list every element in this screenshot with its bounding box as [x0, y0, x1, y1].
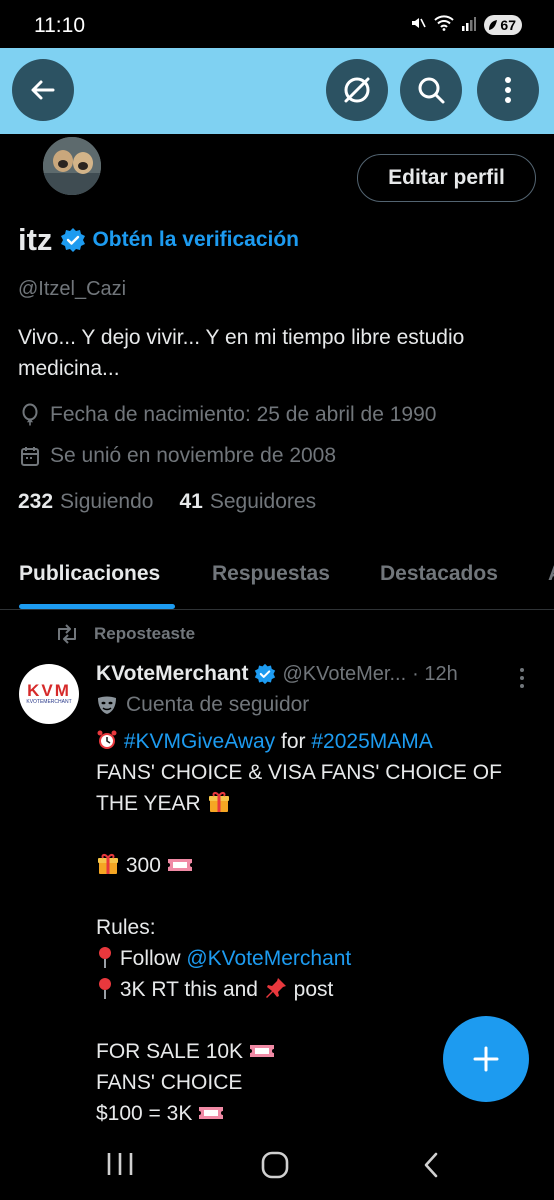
gift-icon [208, 792, 229, 812]
plus-icon [473, 1046, 499, 1072]
profile-handle: @Itzel_Cazi [18, 278, 127, 300]
verified-badge-icon[interactable] [60, 227, 86, 253]
follower-account-label: Cuenta de seguidor [126, 693, 310, 716]
post-text: THE YEAR [96, 792, 201, 815]
post-line: Rules: [96, 916, 156, 939]
post-author-handle[interactable]: @KVoteMer... [282, 663, 406, 686]
tab-next-partial[interactable]: A [548, 562, 554, 586]
post-text: Follow [114, 947, 187, 970]
battery-icon: 67 [484, 15, 522, 35]
post-line: 300 [96, 850, 536, 881]
post-text: $100 = 3K [96, 1102, 193, 1125]
signal-icon [462, 15, 477, 36]
alarm-clock-icon [97, 730, 117, 749]
ticket-icon [199, 1107, 224, 1119]
profile-banner [0, 48, 554, 134]
pin-icon [99, 978, 111, 999]
post-text: 300 [120, 854, 161, 877]
post-text: post [287, 978, 334, 1001]
mute-icon [410, 15, 427, 36]
status-bar: 11:10 67 [0, 0, 554, 48]
back-arrow-icon [31, 80, 55, 100]
bio-line: medicina... [18, 357, 120, 380]
more-vertical-icon [505, 77, 511, 103]
following-count[interactable]: 232 [18, 490, 53, 514]
followers-count[interactable]: 41 [179, 490, 202, 514]
grok-icon [344, 77, 370, 103]
profile-avatar[interactable] [40, 134, 104, 198]
gift-icon [98, 854, 118, 874]
hashtag-link[interactable]: #KVMGiveAway [124, 730, 275, 753]
post-line: THE YEAR [96, 788, 536, 819]
pin-icon [99, 947, 111, 968]
profile-name: itz [18, 222, 53, 257]
pushpin-icon [265, 978, 286, 998]
repost-label: Reposteaste [94, 624, 196, 643]
follow-stats: 232 Siguiendo 41 Seguidores [18, 490, 342, 514]
search-button[interactable] [400, 59, 462, 121]
verified-badge-icon [254, 663, 276, 685]
mask-icon [98, 696, 116, 714]
home-icon[interactable] [261, 1151, 289, 1184]
bio-line: Vivo... Y dejo vivir... Y en mi tiempo l… [18, 326, 465, 349]
profile-bio: Vivo... Y dejo vivir... Y en mi tiempo l… [18, 322, 538, 384]
birthday-row: Fecha de nacimiento: 25 de abril de 1990 [20, 403, 436, 427]
post-text: 3K RT this and [114, 978, 264, 1001]
wifi-icon [434, 14, 455, 36]
post-line: #KVMGiveAway for #2025MAMA [96, 726, 536, 757]
profile-tabs: Publicaciones Respuestas Destacados A [0, 556, 554, 610]
post-text: FOR SALE 10K [96, 1040, 244, 1063]
post-more-button[interactable] [514, 667, 530, 694]
grok-button[interactable] [326, 59, 388, 121]
joined-row: Se unió en noviembre de 2008 [20, 444, 336, 468]
edit-profile-button[interactable]: Editar perfil [357, 154, 536, 202]
balloon-icon [22, 403, 38, 426]
hashtag-link[interactable]: #2025MAMA [311, 730, 432, 753]
repost-indicator: Reposteaste [54, 624, 195, 644]
more-vertical-icon [520, 668, 524, 688]
back-icon[interactable] [422, 1151, 440, 1184]
battery-level: 67 [500, 17, 516, 33]
post-text: for [275, 730, 312, 753]
tab-respuestas[interactable]: Respuestas [212, 562, 330, 586]
post-timestamp[interactable]: · 12h [412, 663, 458, 686]
birthday-text: Fecha de nacimiento: 25 de abril de 1990 [50, 403, 437, 426]
more-button[interactable] [477, 59, 539, 121]
post-header: KVoteMerchant @KVoteMer... · 12h [96, 662, 536, 686]
post-line: 3K RT this and post [96, 974, 536, 1005]
avatar-logo-text: KVM [27, 681, 71, 700]
back-button[interactable] [12, 59, 74, 121]
calendar-icon [21, 447, 39, 466]
following-label[interactable]: Siguiendo [60, 490, 153, 514]
post-line: FANS' CHOICE & VISA FANS' CHOICE OF [96, 761, 502, 784]
get-verified-link[interactable]: Obtén la verificación [92, 228, 299, 252]
ticket-icon [167, 859, 192, 871]
repost-icon [58, 624, 76, 644]
avatar-logo-subtext: KVOTEMERCHANT [26, 699, 72, 705]
follower-account-row: Cuenta de seguidor [96, 693, 309, 717]
compose-post-button[interactable] [443, 1016, 529, 1102]
post-line: Follow @KVoteMerchant [96, 943, 536, 974]
tab-destacados[interactable]: Destacados [380, 562, 498, 586]
mention-link[interactable]: @KVoteMerchant [186, 947, 351, 970]
followers-label[interactable]: Seguidores [210, 490, 316, 514]
active-tab-indicator [19, 604, 175, 609]
tab-publicaciones[interactable]: Publicaciones [19, 562, 160, 586]
search-icon [418, 77, 445, 104]
post-line: $100 = 3K [96, 1098, 536, 1129]
ticket-icon [249, 1045, 274, 1057]
status-time: 11:10 [34, 14, 85, 37]
joined-text: Se unió en noviembre de 2008 [50, 444, 337, 467]
post-author-avatar[interactable]: KVM KVOTEMERCHANT [19, 664, 79, 724]
system-nav-bar [0, 1126, 554, 1200]
profile-name-row: itz Obtén la verificación [18, 222, 299, 258]
recents-icon[interactable] [106, 1152, 134, 1181]
post-author-name[interactable]: KVoteMerchant [96, 662, 248, 686]
status-icons: 67 [410, 14, 522, 36]
